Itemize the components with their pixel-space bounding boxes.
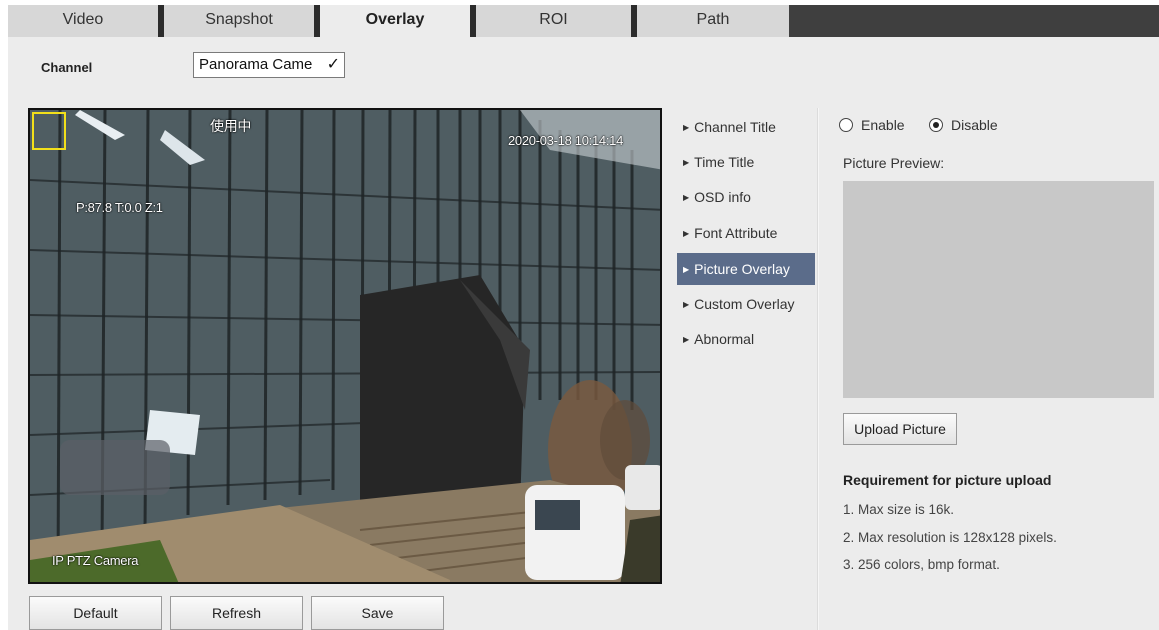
caret-right-icon: ▶ [683, 265, 690, 274]
caret-right-icon: ▶ [683, 123, 690, 132]
channel-select-value: Panorama Came [199, 56, 313, 73]
video-preview[interactable]: 使用中 2020-03-18 10:14:14 P:87.8 T:0.0 Z:1… [28, 108, 662, 584]
disable-radio[interactable]: Disable [929, 117, 998, 133]
enable-radio[interactable]: Enable [839, 117, 905, 133]
tab-snapshot[interactable]: Snapshot [164, 5, 314, 37]
menu-item-label: Abnormal [694, 331, 755, 347]
channel-label: Channel [41, 60, 93, 75]
menu-item-label: Channel Title [694, 119, 776, 135]
menu-item-osd-info[interactable]: ▶ OSD info [677, 181, 815, 213]
chevron-down-icon: ✓ [326, 56, 340, 73]
radio-checked-icon [929, 118, 943, 132]
caret-right-icon: ▶ [683, 335, 690, 344]
caret-right-icon: ▶ [683, 158, 690, 167]
menu-item-label: Time Title [694, 154, 755, 170]
requirement-line: 1. Max size is 16k. [843, 502, 955, 517]
caret-right-icon: ▶ [683, 193, 690, 202]
channel-overlay-text: IP PTZ Camera [52, 553, 139, 568]
menu-item-picture-overlay[interactable]: ▶ Picture Overlay [677, 253, 815, 285]
radio-icon [839, 118, 853, 132]
menu-item-label: Font Attribute [694, 225, 778, 241]
menu-item-label: Picture Overlay [694, 261, 790, 277]
menu-item-custom-overlay[interactable]: ▶ Custom Overlay [677, 288, 815, 320]
caret-right-icon: ▶ [683, 229, 690, 238]
refresh-button[interactable]: Refresh [170, 596, 303, 630]
tab-roi[interactable]: ROI [476, 5, 631, 37]
inuse-overlay-text: 使用中 [210, 118, 252, 134]
tab-video[interactable]: Video [8, 5, 158, 37]
menu-item-channel-title[interactable]: ▶ Channel Title [677, 111, 815, 143]
upload-picture-button[interactable]: Upload Picture [843, 413, 957, 445]
menu-item-font-attribute[interactable]: ▶ Font Attribute [677, 217, 815, 249]
requirement-line: 2. Max resolution is 128x128 pixels. [843, 530, 1057, 545]
menu-item-time-title[interactable]: ▶ Time Title [677, 146, 815, 178]
picture-preview-label: Picture Preview: [843, 155, 945, 171]
picture-preview-area [843, 181, 1154, 398]
requirement-line: 3. 256 colors, bmp format. [843, 557, 1000, 572]
tab-path[interactable]: Path [637, 5, 789, 37]
tab-bar: Video Snapshot Overlay ROI Path [8, 5, 1159, 37]
tab-overlay[interactable]: Overlay [320, 5, 470, 37]
channel-select[interactable]: Panorama Came ✓ [193, 52, 345, 78]
selection-box[interactable] [32, 112, 66, 150]
disable-label: Disable [951, 117, 998, 133]
requirement-title: Requirement for picture upload [843, 472, 1052, 488]
camera-scene [30, 110, 660, 582]
menu-item-label: OSD info [694, 189, 751, 205]
menu-item-abnormal[interactable]: ▶ Abnormal [677, 323, 815, 355]
save-button[interactable]: Save [311, 596, 444, 630]
default-button[interactable]: Default [29, 596, 162, 630]
enable-label: Enable [861, 117, 905, 133]
ptz-overlay-text: P:87.8 T:0.0 Z:1 [76, 200, 163, 215]
section-divider [817, 108, 819, 630]
caret-right-icon: ▶ [683, 300, 690, 309]
time-overlay-text: 2020-03-18 10:14:14 [508, 133, 624, 148]
menu-item-label: Custom Overlay [694, 296, 795, 312]
